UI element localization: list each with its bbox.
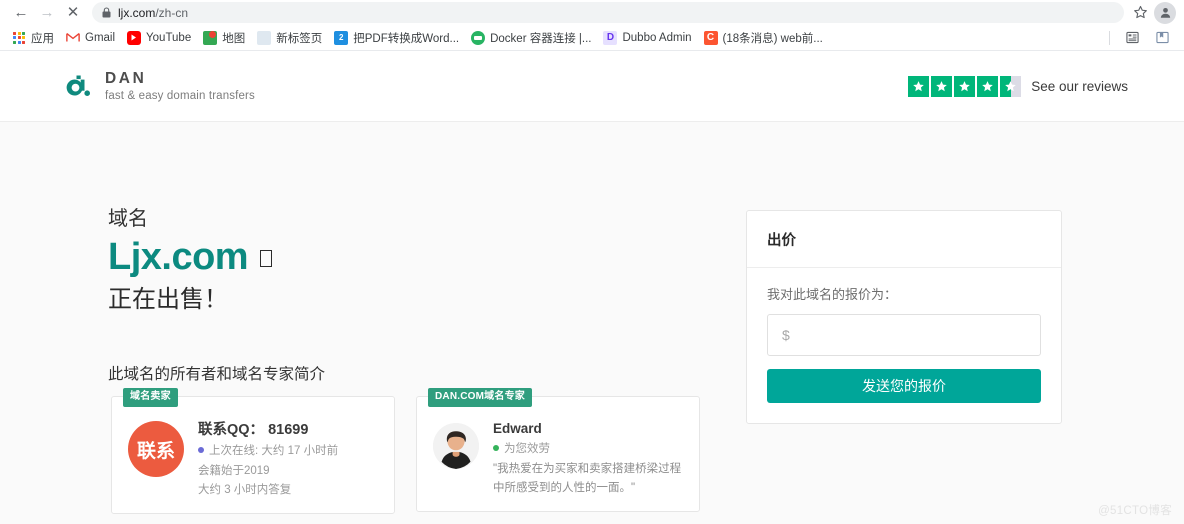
new-tab-icon bbox=[257, 30, 272, 45]
star-half-icon bbox=[1000, 75, 1022, 97]
missing-glyph-box bbox=[260, 250, 273, 267]
for-sale-text: 正在出售！ bbox=[108, 285, 228, 313]
bookmark-apps[interactable]: 应用 bbox=[6, 28, 60, 48]
seller-info: 联系QQ： 81699 上次在线: 大约 17 小时前 会籍始于2019 大约 … bbox=[198, 419, 338, 498]
dubbo-icon: D bbox=[603, 30, 618, 45]
star-icon bbox=[1133, 5, 1147, 19]
domain-name-text: Ljx.com bbox=[108, 236, 249, 278]
browser-chrome: ← → ✕ ljx.com/zh-cn 应用 Gmail YouTube 地图 … bbox=[0, 0, 1184, 51]
expert-quote: "我热爱在为买家和卖家搭建桥梁过程中所感受到的人性的一面。" bbox=[493, 463, 682, 494]
back-arrow-icon: ← bbox=[13, 4, 29, 21]
star-icon bbox=[931, 75, 953, 97]
address-bar-url: ljx.com/zh-cn bbox=[118, 6, 188, 20]
bid-panel: 出价 我对此域名的报价为： 发送您的报价 bbox=[746, 210, 1062, 424]
dan-logo-icon bbox=[60, 69, 94, 103]
bookmark-maps[interactable]: 地图 bbox=[197, 28, 251, 48]
watermark: @51CTO博客 bbox=[1098, 505, 1172, 517]
brand-logo[interactable]: DAN fast & easy domain transfers bbox=[60, 69, 255, 103]
lock-icon bbox=[102, 7, 111, 18]
expert-info: Edward 为您效劳 "我热爱在为买家和卖家搭建桥梁过程中所感受到的人性的一面… bbox=[493, 419, 683, 497]
seller-response-time: 大约 3 小时内答复 bbox=[198, 484, 292, 497]
bookmarks-bar-right bbox=[1109, 27, 1178, 49]
bookmark-youtube[interactable]: YouTube bbox=[121, 29, 197, 47]
bookmark-label: Gmail bbox=[85, 31, 116, 44]
profile-avatar-icon bbox=[1160, 7, 1170, 18]
brand-name: DAN bbox=[105, 70, 147, 88]
right-column: 出价 我对此域名的报价为： 发送您的报价 bbox=[716, 122, 1062, 514]
maps-icon bbox=[203, 30, 218, 45]
expert-card: DAN.COM域名专家 Edward 为您效劳 "我热爱在为买家和卖家搭建桥梁过… bbox=[416, 388, 700, 513]
left-column: 域名 Ljx.com 正在出售！ 此域名的所有者和域名专家简介 域名卖家 联系 … bbox=[56, 122, 716, 514]
bookmarks-bar: 应用 Gmail YouTube 地图 新标签页 2 把PDF转换成Word..… bbox=[0, 25, 1184, 51]
trustpilot-reviews[interactable]: See our reviews bbox=[908, 75, 1128, 97]
reading-list-icon[interactable] bbox=[1120, 27, 1144, 49]
profile-button[interactable] bbox=[1154, 1, 1176, 24]
star-icon bbox=[977, 75, 999, 97]
url-host: ljx.com bbox=[118, 5, 156, 20]
bookmark-star-button[interactable] bbox=[1128, 2, 1152, 24]
send-offer-button[interactable]: 发送您的报价 bbox=[767, 369, 1041, 403]
expert-name: Edward bbox=[493, 421, 542, 437]
brand-tagline: fast & easy domain transfers bbox=[105, 89, 255, 102]
youtube-icon bbox=[127, 30, 142, 45]
bookmark-label: (18条消息) web前... bbox=[722, 32, 823, 45]
domain-name-title: Ljx.com bbox=[108, 236, 716, 280]
brand-text: DAN fast & easy domain transfers bbox=[105, 70, 255, 101]
bookmark-label: Dubbo Admin bbox=[622, 31, 692, 44]
bookmark-label: Docker 容器连接 |... bbox=[490, 32, 592, 45]
seller-status-text: 上次在线: 大约 17 小时前 bbox=[209, 444, 339, 457]
forward-button[interactable]: → bbox=[34, 2, 60, 24]
seller-avatar[interactable]: 联系 bbox=[128, 421, 184, 478]
bookmark-new-tab[interactable]: 新标签页 bbox=[251, 28, 328, 48]
pdf-to-word-icon: 2 bbox=[334, 30, 349, 45]
bookmark-label: YouTube bbox=[146, 31, 192, 44]
stop-loading-button[interactable]: ✕ bbox=[60, 2, 86, 24]
main-content: 域名 Ljx.com 正在出售！ 此域名的所有者和域名专家简介 域名卖家 联系 … bbox=[0, 122, 1184, 514]
site-header: DAN fast & easy domain transfers See our… bbox=[0, 51, 1184, 122]
bid-input-label: 我对此域名的报价为： bbox=[767, 287, 898, 302]
rating-stars bbox=[908, 75, 1022, 97]
people-cards: 域名卖家 联系 联系QQ： 81699 上次在线: 大约 17 小时前 会籍始于… bbox=[111, 388, 716, 514]
bid-amount-input[interactable] bbox=[767, 314, 1041, 356]
seller-member-since: 会籍始于2019 bbox=[198, 464, 270, 477]
bookmark-label: 把PDF转换成Word... bbox=[353, 32, 460, 45]
gmail-icon bbox=[66, 31, 80, 45]
see-reviews-link[interactable]: See our reviews bbox=[1031, 79, 1128, 94]
stop-loading-icon: ✕ bbox=[66, 4, 80, 21]
forward-arrow-icon: → bbox=[39, 4, 55, 21]
hero-kicker: 域名 bbox=[108, 208, 148, 230]
expert-photo-avatar bbox=[433, 423, 479, 470]
back-button[interactable]: ← bbox=[8, 2, 34, 24]
bookmark-docker[interactable]: Docker 容器连接 |... bbox=[465, 28, 597, 48]
bid-panel-body: 我对此域名的报价为： 发送您的报价 bbox=[747, 268, 1061, 423]
star-icon bbox=[954, 75, 976, 97]
bookmark-gmail[interactable]: Gmail bbox=[60, 29, 121, 47]
expert-status-text: 为您效劳 bbox=[504, 443, 550, 456]
url-path: /zh-cn bbox=[155, 5, 189, 20]
seller-name: 联系QQ： 81699 bbox=[198, 422, 309, 439]
expert-status: 为您效劳 bbox=[493, 440, 683, 456]
available-status-dot-icon bbox=[493, 445, 499, 452]
bookmark-label: 新标签页 bbox=[276, 32, 323, 45]
bookmark-label: 应用 bbox=[31, 32, 54, 45]
seller-badge: 域名卖家 bbox=[123, 388, 178, 407]
bid-panel-title: 出价 bbox=[747, 211, 1061, 268]
bookmark-csdn[interactable]: C (18条消息) web前... bbox=[698, 28, 829, 48]
bookmarks-divider bbox=[1109, 30, 1110, 45]
seller-status: 上次在线: 大约 17 小时前 bbox=[198, 442, 338, 458]
expert-badge: DAN.COM域名专家 bbox=[428, 388, 532, 407]
apps-grid-icon bbox=[12, 31, 26, 45]
star-icon bbox=[908, 75, 930, 97]
seller-card: 域名卖家 联系 联系QQ： 81699 上次在线: 大约 17 小时前 会籍始于… bbox=[111, 388, 395, 514]
bookmark-dubbo-admin[interactable]: D Dubbo Admin bbox=[597, 29, 697, 47]
online-status-dot-icon bbox=[198, 446, 204, 453]
bookmark-pdf-to-word[interactable]: 2 把PDF转换成Word... bbox=[328, 28, 465, 48]
bookmark-label: 地图 bbox=[222, 32, 246, 45]
docker-icon bbox=[471, 30, 486, 45]
browser-toolbar: ← → ✕ ljx.com/zh-cn bbox=[0, 0, 1184, 25]
people-section-title: 此域名的所有者和域名专家简介 bbox=[108, 366, 326, 384]
other-bookmarks-icon[interactable] bbox=[1150, 27, 1174, 49]
address-bar[interactable]: ljx.com/zh-cn bbox=[92, 2, 1124, 23]
csdn-icon: C bbox=[703, 30, 718, 45]
